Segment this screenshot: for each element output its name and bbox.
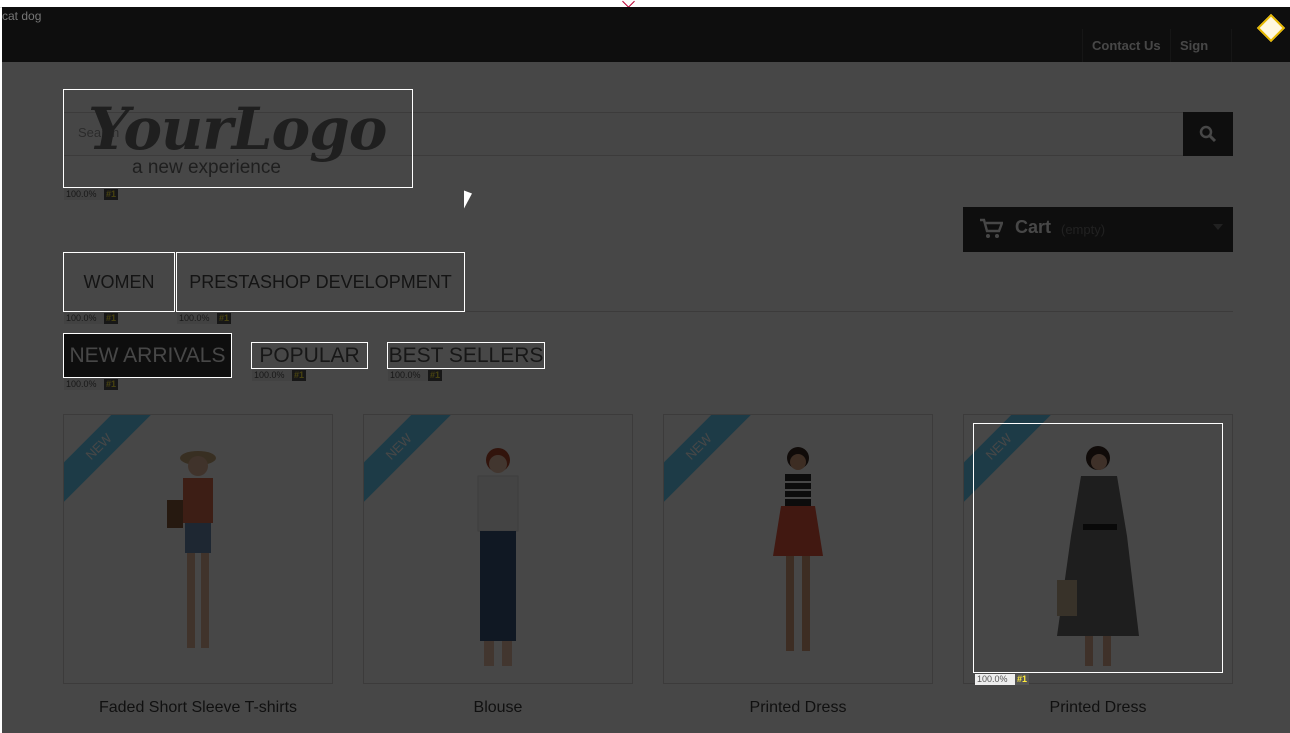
mouse-cursor-icon bbox=[464, 190, 472, 212]
sign-in-link[interactable]: Sign in bbox=[1170, 29, 1232, 87]
highlight-box bbox=[63, 252, 175, 312]
product-image bbox=[477, 448, 519, 666]
product-name[interactable]: Blouse bbox=[363, 699, 633, 717]
highlight-box bbox=[387, 342, 545, 369]
search-icon bbox=[1199, 125, 1217, 143]
match-badge: 100.0% #1 bbox=[64, 313, 119, 324]
cart-icon bbox=[980, 218, 1003, 238]
match-badge: 100.0% #1 bbox=[975, 674, 1030, 685]
cart-status: (empty) bbox=[1061, 222, 1106, 237]
product-image bbox=[167, 451, 216, 648]
new-ribbon: NEW bbox=[364, 415, 459, 507]
highlight-box bbox=[63, 333, 232, 378]
cart-button[interactable]: Cart (empty) bbox=[963, 207, 1233, 252]
product-image bbox=[773, 447, 823, 651]
new-ribbon: NEW bbox=[664, 415, 759, 507]
highlight-box bbox=[176, 252, 465, 312]
product-name[interactable]: Faded Short Sleeve T-shirts bbox=[63, 699, 333, 717]
product-card[interactable]: NEW bbox=[363, 414, 633, 684]
new-ribbon: NEW bbox=[64, 415, 159, 507]
corner-label: cat dog bbox=[2, 9, 42, 23]
match-badge: 100.0% #1 bbox=[177, 313, 232, 324]
header-bar: Contact Us Sign in bbox=[2, 7, 1290, 87]
match-badge: 100.0% #1 bbox=[64, 189, 119, 200]
contact-us-link[interactable]: Contact Us bbox=[1082, 29, 1171, 63]
search-button[interactable] bbox=[1183, 112, 1233, 156]
cart-label: Cart bbox=[1015, 217, 1052, 237]
product-card[interactable]: NEW bbox=[663, 414, 933, 684]
product-card[interactable]: NEW bbox=[63, 414, 333, 684]
match-badge: 100.0% #1 bbox=[64, 379, 119, 390]
highlight-box bbox=[63, 89, 413, 188]
match-badge: 100.0% #1 bbox=[252, 370, 307, 381]
chevron-down-icon bbox=[1213, 224, 1223, 230]
match-badge: 100.0% #1 bbox=[388, 370, 443, 381]
highlight-box bbox=[973, 423, 1223, 673]
highlight-box bbox=[251, 342, 368, 369]
product-name[interactable]: Printed Dress bbox=[663, 699, 933, 717]
product-name[interactable]: Printed Dress bbox=[963, 699, 1233, 717]
